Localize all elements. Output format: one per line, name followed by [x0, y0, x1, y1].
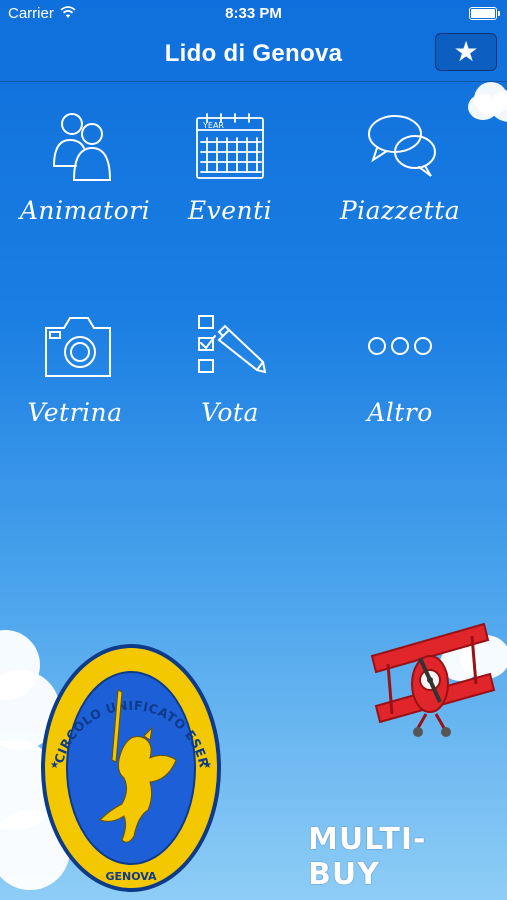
tile-vota[interactable]: Vota [155, 310, 305, 470]
svg-text:★: ★ [203, 760, 212, 771]
brand-name: MULTI-BUY [308, 822, 427, 892]
tile-eventi[interactable]: YEAR Eventi [155, 108, 305, 268]
checklist-pencil-icon [198, 315, 267, 374]
status-bar: Carrier 8:33 PM [0, 0, 507, 28]
tile-label: Altro [367, 398, 433, 427]
tile-label: Piazzetta [339, 196, 461, 225]
people-icon [53, 113, 112, 181]
nav-bar: Lido di Genova ★ [0, 28, 507, 82]
multibuy-logo: MULTI-BUY [308, 822, 498, 892]
svg-text:GENOVA: GENOVA [105, 870, 157, 883]
clock: 8:33 PM [225, 5, 282, 22]
tile-label: Eventi [187, 196, 273, 225]
tile-label: Vetrina [27, 398, 123, 427]
more-dots-icon [368, 337, 432, 355]
star-icon: ★ [453, 36, 479, 67]
tile-altro[interactable]: Altro [325, 310, 475, 470]
battery-icon [469, 7, 500, 20]
favorites-button[interactable]: ★ [435, 33, 497, 71]
tile-label: Vota [201, 398, 259, 427]
tile-vetrina[interactable]: Vetrina [0, 310, 150, 470]
svg-text:YEAR: YEAR [202, 121, 224, 130]
club-emblem: CIRCOLO UNIFICATO ESERCITO GENOVA ★ ★ [32, 628, 224, 895]
calendar-icon: YEAR [196, 113, 264, 179]
tile-piazzetta[interactable]: Piazzetta [325, 108, 475, 268]
tile-label: Animatori [19, 196, 151, 225]
biplane-illustration [370, 622, 496, 737]
camera-icon [45, 317, 111, 377]
tile-animatori[interactable]: Animatori [10, 108, 160, 268]
page-title: Lido di Genova [164, 40, 343, 67]
chat-bubbles-icon [368, 115, 436, 177]
svg-text:★: ★ [50, 760, 59, 771]
